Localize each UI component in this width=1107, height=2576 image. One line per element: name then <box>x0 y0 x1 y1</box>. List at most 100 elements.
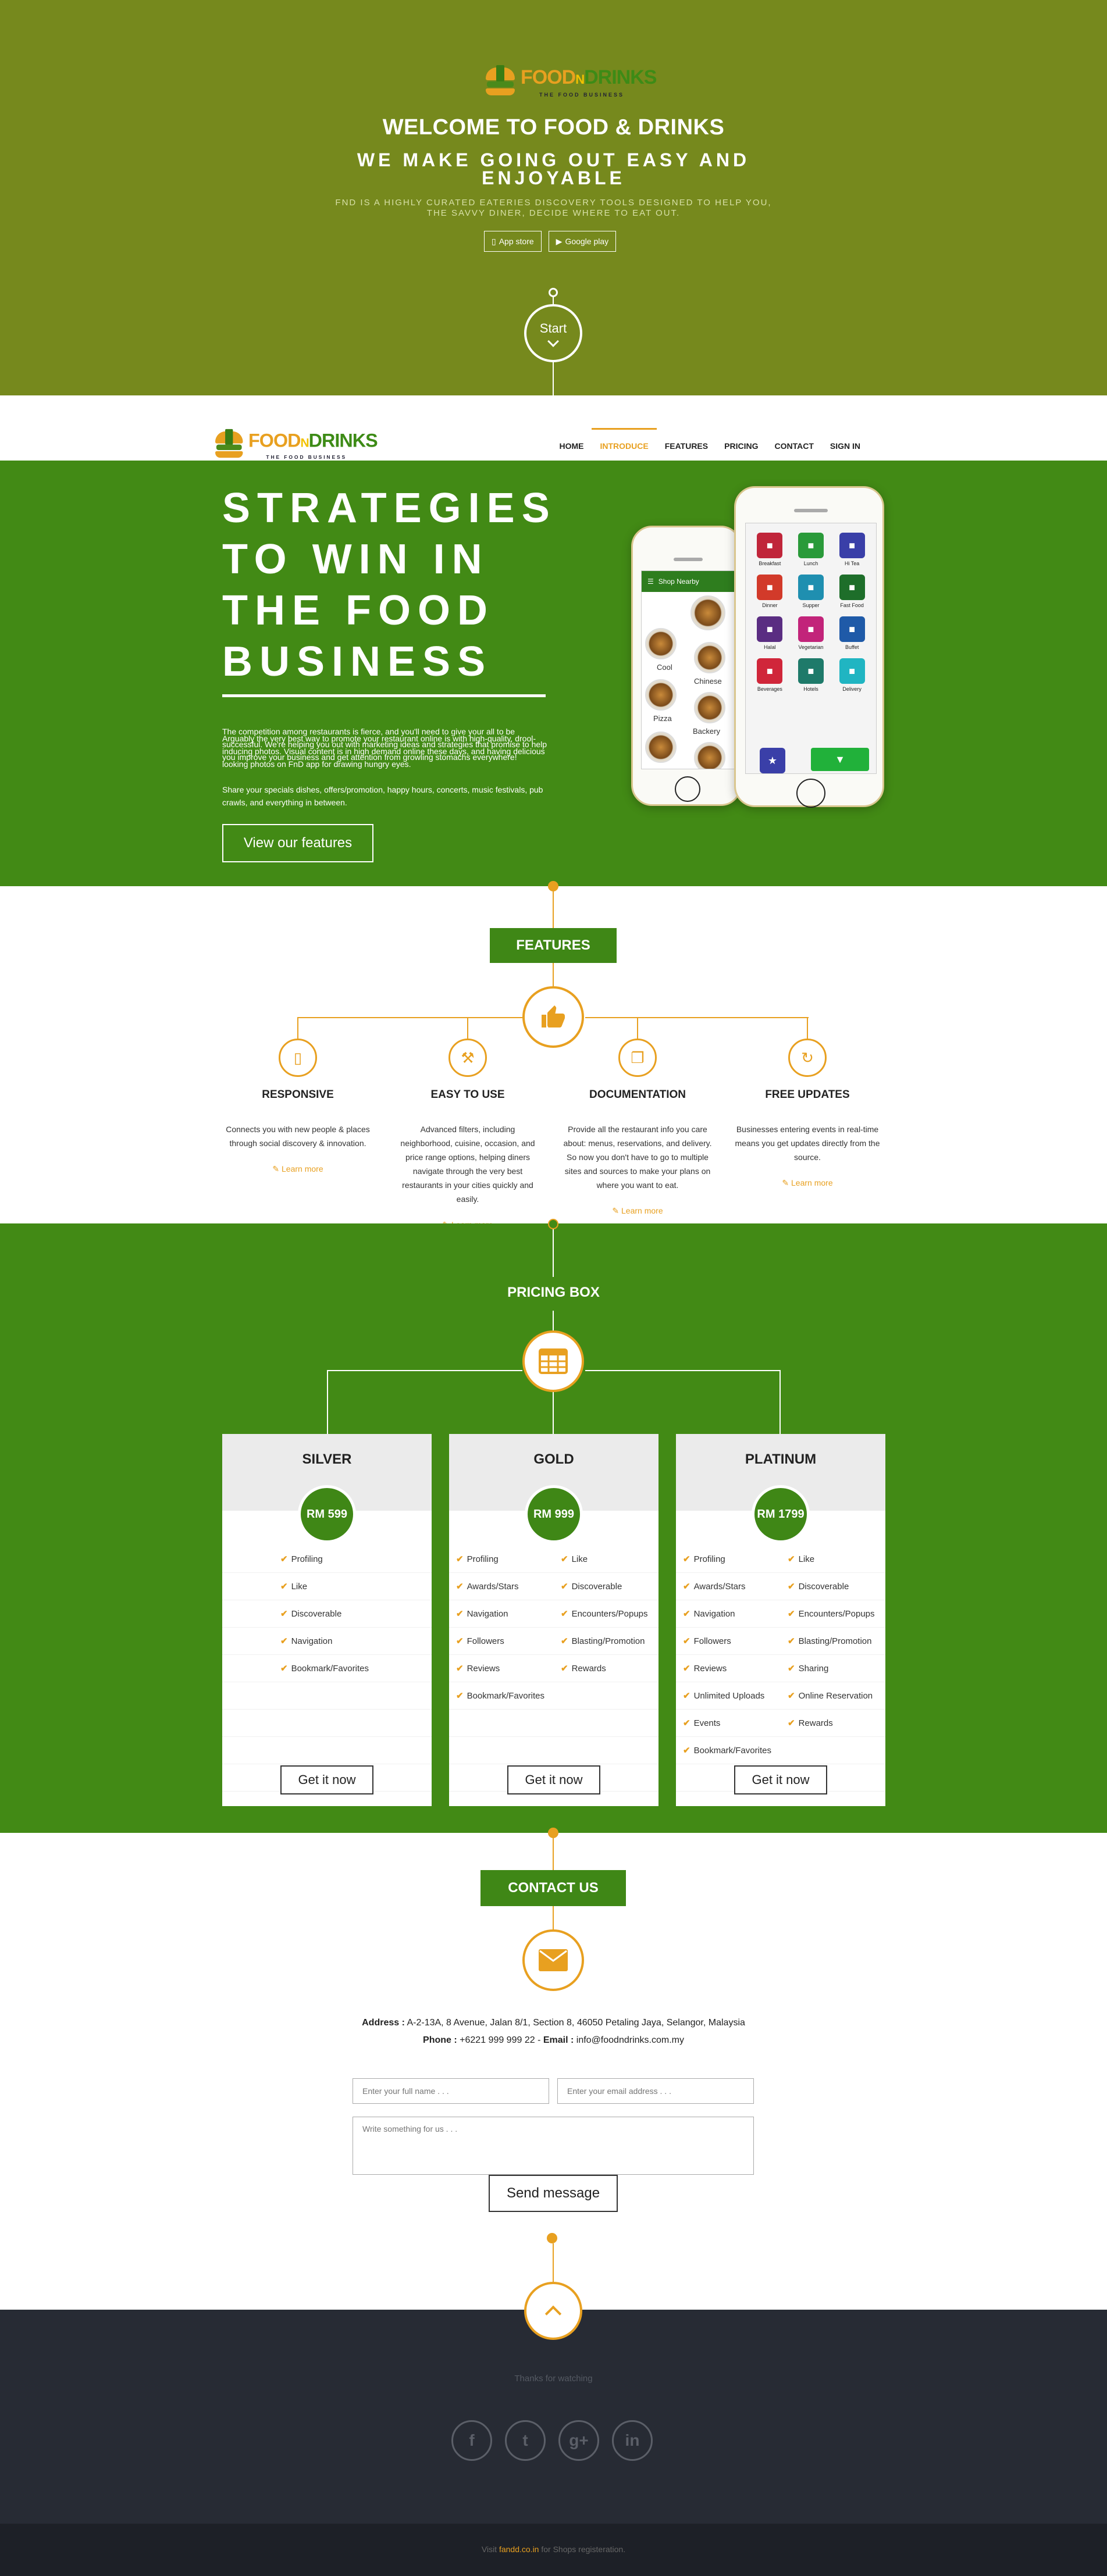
plan-feature-label: Discoverable <box>291 1608 342 1619</box>
feature-title: DOCUMENTATION <box>589 1089 686 1101</box>
features-title-box: FEATURES <box>490 928 617 963</box>
feature-icon-circle: ▯ <box>279 1039 317 1077</box>
beverages-icon: ■ <box>757 658 783 684</box>
address-line: Address : A-2-13A, 8 Avenue, Jalan 8/1, … <box>362 2018 745 2028</box>
feature-drop-line <box>807 1017 808 1039</box>
plan-feature: ✔ Profiling <box>449 1554 554 1565</box>
checkmark-icon: ✔ <box>456 1664 464 1674</box>
nav-link-contact[interactable]: CONTACT <box>766 428 821 454</box>
message-textarea[interactable] <box>353 2117 754 2175</box>
plan-feature-row: ✔ Reviews ✔ Sharing <box>676 1655 885 1682</box>
phone-speaker <box>674 558 703 561</box>
plan-feature-row: ✔ Profiling <box>222 1546 432 1573</box>
checkmark-icon: ✔ <box>788 1609 795 1619</box>
plan-feature-row: ✔ Reviews ✔ Rewards <box>449 1655 658 1682</box>
pricing-connector-line-2 <box>553 1311 554 1330</box>
nav-link-introduce[interactable]: INTRODUCE <box>592 428 657 454</box>
hotels-icon: ■ <box>798 658 824 684</box>
feature-text: Provide all the restaurant info you care… <box>563 1125 712 1190</box>
play-icon: ▶ <box>556 236 563 246</box>
phone-mockup-categories: ■ Breakfast ■ Lunch ■ Hi Tea ■ Dinner ■ Supper ■ Fa… <box>734 486 884 808</box>
linkedin-icon[interactable]: in <box>612 2420 653 2461</box>
learn-more-link[interactable]: ✎ Learn more <box>733 1178 882 1188</box>
strategies-paragraph-3: Share your specials dishes, offers/promo… <box>222 785 543 807</box>
plan-feature: ✔ Navigation <box>222 1636 432 1647</box>
checkmark-icon: ✔ <box>280 1554 288 1564</box>
back-to-top-button[interactable] <box>524 2282 582 2340</box>
checkmark-icon: ✔ <box>456 1636 464 1646</box>
view-features-button[interactable]: View our features <box>222 824 373 862</box>
registration-link[interactable]: fandd.co.in <box>499 2545 539 2554</box>
plan-feature: ✔ Like <box>554 1554 658 1565</box>
pricing-card-gold: GOLD RM 999 ✔ Profiling ✔ Like ✔ Awards/Stars ✔ D… <box>449 1434 658 1806</box>
twitter-icon[interactable]: t <box>505 2420 546 2461</box>
category-label: Vegetarian <box>798 644 824 650</box>
food-label: Backery <box>693 727 720 736</box>
plan-feature-label: Discoverable <box>798 1581 849 1592</box>
food-label: Chinese <box>694 677 722 686</box>
plan-feature-label: Bookmark/Favorites <box>693 1745 771 1756</box>
nav-link-home[interactable]: HOME <box>551 428 592 454</box>
logo-tagline: THE FOOD BUSINESS <box>539 92 625 98</box>
food-photo <box>694 642 725 673</box>
google-play-button[interactable]: ▶ Google play <box>548 231 617 252</box>
contact-title-box: CONTACT US <box>480 1870 626 1906</box>
plan-feature-label: Blasting/Promotion <box>571 1636 645 1646</box>
delivery-icon: ■ <box>839 658 865 684</box>
plan-feature: ✔ Encounters/Popups <box>781 1608 885 1619</box>
checkmark-icon: ✔ <box>683 1582 690 1592</box>
category-label: Halal <box>764 644 776 650</box>
category-tile: ■ Hotels <box>791 658 832 692</box>
checkmark-icon: ✔ <box>683 1554 690 1564</box>
category-tile: ■ Breakfast <box>749 533 791 566</box>
pricing-card-silver: SILVER RM 599 ✔ Profiling ✔ Like ✔ Discoverable… <box>222 1434 432 1806</box>
plan-feature: ✔ Encounters/Popups <box>554 1608 658 1619</box>
hero-logo[interactable]: FOODNDRINKS THE FOOD BUSINESS <box>486 64 657 100</box>
learn-more-link[interactable]: ✎ Learn more <box>223 1164 372 1174</box>
checkmark-icon: ✔ <box>683 1718 690 1728</box>
send-message-button[interactable]: Send message <box>489 2175 618 2212</box>
category-tile: ■ Supper <box>791 575 832 608</box>
hero-section: FOODNDRINKS THE FOOD BUSINESS WELCOME TO… <box>0 0 1107 395</box>
shop-nearby-bar: ☰ Shop Nearby <box>642 571 735 592</box>
category-tile: ■ Vegetarian <box>791 616 832 650</box>
social-links: f t g+ in <box>451 2420 653 2461</box>
start-button[interactable]: Start <box>524 304 582 362</box>
nav-logo[interactable]: FOODNDRINKS THE FOOD BUSINESS <box>215 428 378 462</box>
app-store-button[interactable]: ▯ App store <box>484 231 542 252</box>
plan-feature: ✔ Reviews <box>449 1663 554 1674</box>
section-connector-dot <box>548 1828 558 1838</box>
checkmark-icon: ✔ <box>456 1609 464 1619</box>
learn-more-link[interactable]: ✎ Learn more <box>563 1206 712 1216</box>
logo-tagline: THE FOOD BUSINESS <box>266 454 347 461</box>
category-label: Lunch <box>803 561 818 566</box>
feature-column: DOCUMENTATION Provide all the restaurant … <box>563 1089 712 1216</box>
plan-feature: ✔ Events <box>676 1718 781 1729</box>
get-it-now-button[interactable]: Get it now <box>507 1765 600 1794</box>
filter-button: ▼ <box>811 748 869 771</box>
facebook-icon[interactable]: f <box>451 2420 492 2461</box>
plan-feature-label: Encounters/Popups <box>571 1608 648 1619</box>
nav-link-sign-in[interactable]: SIGN IN <box>822 428 868 454</box>
phone-speaker <box>794 509 828 512</box>
hero-title: WELCOME TO FOOD & DRINKS <box>382 115 725 140</box>
get-it-now-button[interactable]: Get it now <box>734 1765 827 1794</box>
category-label: Buffet <box>845 644 859 650</box>
heading-underline <box>222 694 546 697</box>
pencil-icon: ✎ <box>782 1178 792 1187</box>
category-tile: ■ Fast Food <box>831 575 873 608</box>
nav-link-features[interactable]: FEATURES <box>657 428 716 454</box>
pricing-table-circle <box>522 1330 584 1392</box>
email-input[interactable] <box>557 2078 754 2104</box>
name-input[interactable] <box>353 2078 549 2104</box>
pencil-icon: ✎ <box>272 1164 282 1173</box>
food-photo <box>645 628 677 659</box>
category-tile: ■ Beverages <box>749 658 791 692</box>
checkmark-icon: ✔ <box>561 1554 568 1564</box>
plan-feature-label: Rewards <box>571 1663 606 1674</box>
get-it-now-button[interactable]: Get it now <box>280 1765 373 1794</box>
plan-feature: ✔ Navigation <box>449 1608 554 1619</box>
plan-feature-row <box>222 1737 432 1764</box>
google-plus-icon[interactable]: g+ <box>558 2420 599 2461</box>
nav-link-pricing[interactable]: PRICING <box>716 428 766 454</box>
